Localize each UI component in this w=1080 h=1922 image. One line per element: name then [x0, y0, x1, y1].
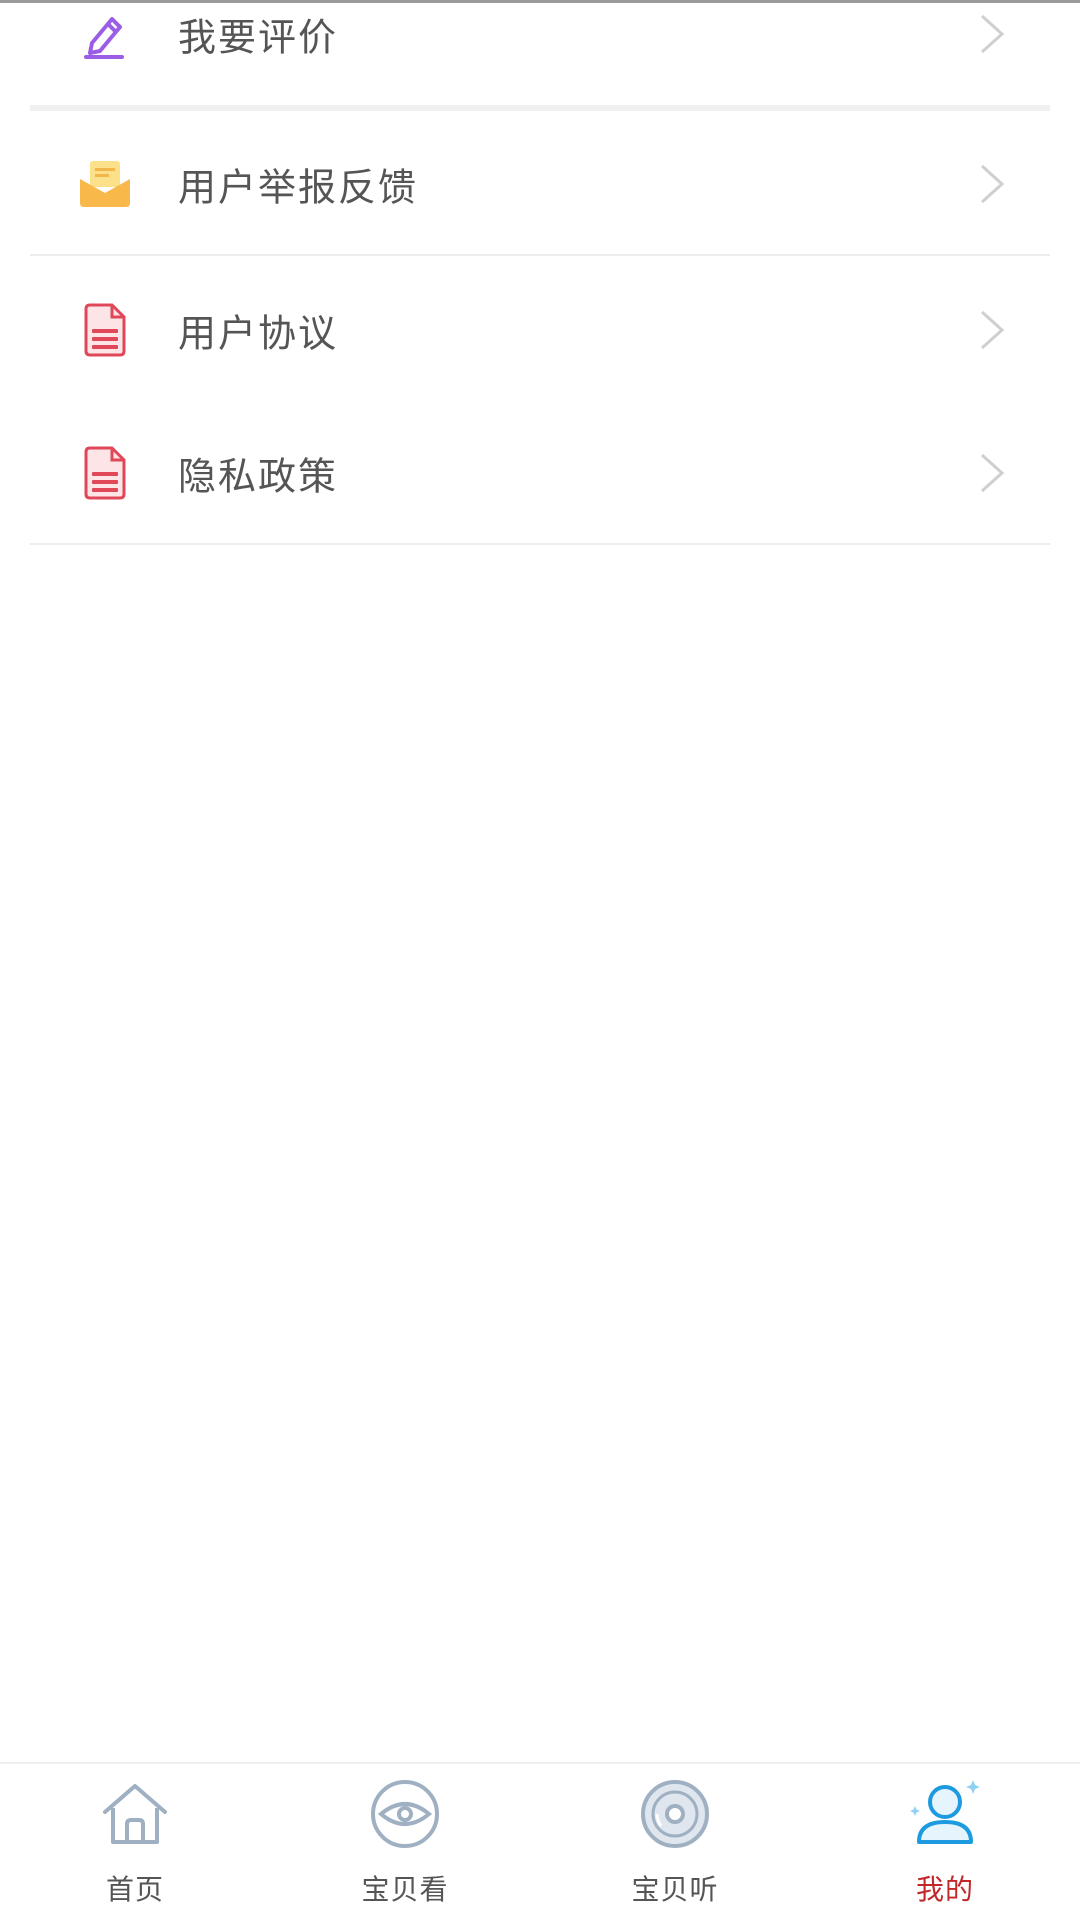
document-icon	[78, 446, 132, 500]
chevron-right-icon	[978, 162, 1006, 206]
eye-icon	[367, 1776, 443, 1852]
menu-item-user-agreement[interactable]: 用户协议	[0, 270, 1080, 390]
tab-listen[interactable]: 宝贝听	[540, 1764, 810, 1922]
menu-item-label: 用户举报反馈	[178, 165, 419, 210]
menu-item-label: 用户协议	[178, 311, 339, 356]
bottom-tab-bar: 首页 宝贝看 宝贝听 我的	[0, 1762, 1080, 1922]
document-icon	[78, 303, 132, 357]
tab-label: 我的	[915, 1873, 974, 1906]
tab-watch[interactable]: 宝贝看	[270, 1764, 540, 1922]
menu-item-privacy-policy[interactable]: 隐私政策	[0, 413, 1080, 533]
pencil-edit-icon	[78, 7, 132, 61]
tab-label: 首页	[105, 1873, 164, 1906]
row-divider	[30, 543, 1050, 545]
envelope-icon	[78, 157, 132, 211]
menu-item-review[interactable]: 我要评价	[0, 0, 1080, 94]
tab-label: 宝贝看	[361, 1873, 449, 1906]
section-divider	[30, 105, 1050, 111]
user-icon	[907, 1776, 983, 1852]
menu-item-label: 隐私政策	[178, 454, 339, 499]
tab-label: 宝贝听	[631, 1873, 719, 1906]
row-divider	[30, 254, 1050, 256]
home-icon	[97, 1776, 173, 1852]
chevron-right-icon	[978, 451, 1006, 495]
chevron-right-icon	[978, 12, 1006, 56]
chevron-right-icon	[978, 308, 1006, 352]
tab-home[interactable]: 首页	[0, 1764, 270, 1922]
menu-item-report-feedback[interactable]: 用户举报反馈	[0, 124, 1080, 244]
tab-mine[interactable]: 我的	[810, 1764, 1080, 1922]
menu-item-label: 我要评价	[178, 15, 339, 60]
disc-icon	[637, 1776, 713, 1852]
